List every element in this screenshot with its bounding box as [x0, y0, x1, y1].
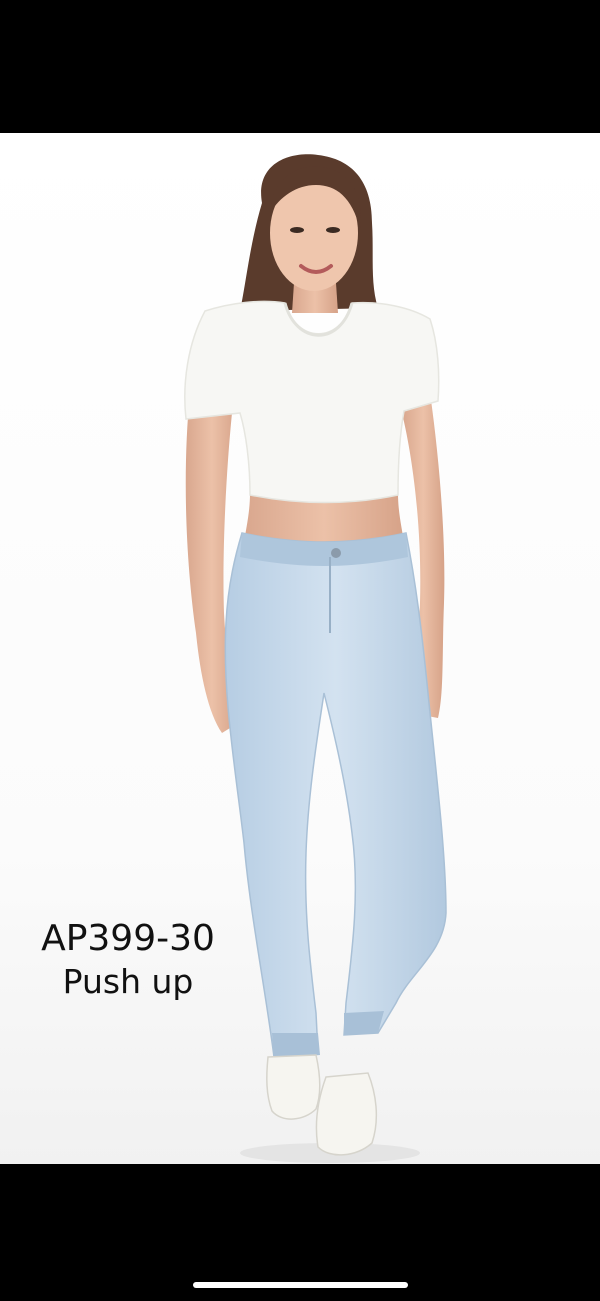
product-photo: AP399-30 Push up: [0, 133, 600, 1164]
right-sneaker: [315, 1072, 378, 1156]
jeans-button: [331, 548, 341, 558]
product-code: AP399-30: [41, 918, 215, 959]
right-eye: [326, 227, 340, 233]
model-illustration: [184, 154, 447, 1163]
left-eye: [290, 227, 304, 233]
jeans: [224, 532, 447, 1058]
product-feature: Push up: [62, 962, 194, 1001]
left-sneaker: [266, 1054, 321, 1120]
top-letterbox: [0, 0, 600, 133]
home-indicator-icon[interactable]: [193, 1282, 408, 1288]
bottom-letterbox: [0, 1164, 600, 1301]
right-cuff: [344, 1011, 384, 1035]
